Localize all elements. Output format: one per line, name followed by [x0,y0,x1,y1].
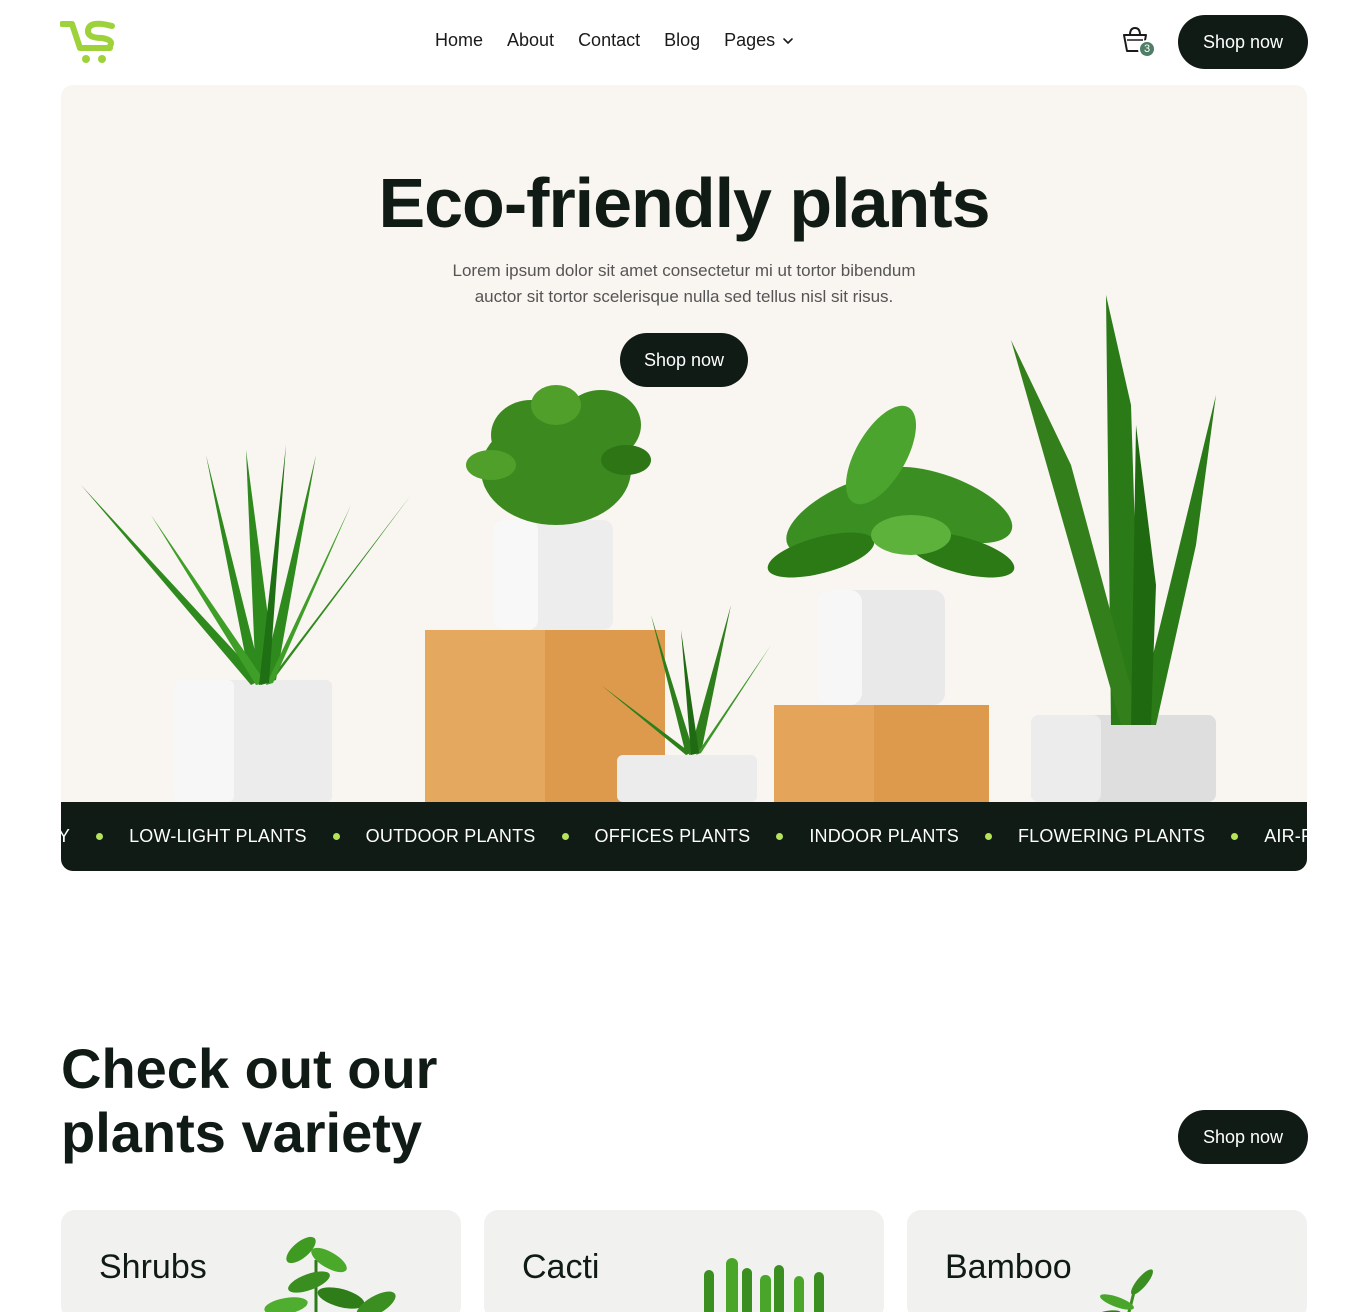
hero-subtitle-line-1: Lorem ipsum dolor sit amet consectetur m… [452,261,916,280]
hero-shop-now-button[interactable]: Shop now [620,333,748,387]
ticker-dot [984,833,992,840]
variety-title-line-1: Check out our [61,1037,438,1100]
ticker-track: LY LOW-LIGHT PLANTS OUTDOOR PLANTS OFFIC… [61,826,1307,847]
ticker-item[interactable]: AIR-PURIFY [1264,826,1307,847]
category-card-bamboo[interactable]: Bamboo [907,1210,1307,1312]
cart-count-badge: 3 [1138,40,1156,58]
category-card-cacti[interactable]: Cacti [484,1210,884,1312]
nav-about[interactable]: About [507,30,554,51]
variety-title: Check out our plants variety [61,1037,511,1165]
nav-pages-label: Pages [724,30,776,50]
cart-button[interactable]: 3 [1120,24,1156,60]
ticker-item[interactable]: LOW-LIGHT PLANTS [129,826,307,847]
category-card-shrubs[interactable]: Shrubs [61,1210,461,1312]
card-title: Shrubs [99,1248,207,1286]
ticker-item[interactable]: LY [61,826,70,847]
nav-blog[interactable]: Blog [664,30,700,51]
category-ticker: LY LOW-LIGHT PLANTS OUTDOOR PLANTS OFFIC… [61,802,1307,871]
variety-shop-now-button[interactable]: Shop now [1178,1110,1308,1164]
site-header: Home About Contact Blog Pages 3 Shop now [0,0,1360,84]
nav-pages[interactable]: Pages [724,30,795,51]
chevron-down-icon [783,37,793,44]
ticker-item[interactable]: OUTDOOR PLANTS [366,826,536,847]
card-title: Bamboo [945,1248,1072,1286]
hero-section: Eco-friendly plants Lorem ipsum dolor si… [61,85,1307,871]
ticker-item[interactable]: FLOWERING PLANTS [1018,826,1205,847]
ticker-item[interactable]: OFFICES PLANTS [595,826,751,847]
cactus-plant-image [704,1258,824,1312]
logo-cart-icon[interactable] [60,18,118,66]
ticker-dot [96,833,104,840]
ticker-dot [1231,833,1239,840]
bamboo-plant-image [1093,1269,1153,1312]
ticker-dot [561,833,569,840]
nav-home[interactable]: Home [435,30,483,51]
header-shop-now-button[interactable]: Shop now [1178,15,1308,69]
nav-contact[interactable]: Contact [578,30,640,51]
ticker-dot [332,833,340,840]
ticker-dot [776,833,784,840]
ticker-item[interactable]: INDOOR PLANTS [809,826,959,847]
card-title: Cacti [522,1248,600,1286]
main-nav: Home About Contact Blog Pages [435,30,795,51]
shrub-plant-image [264,1236,396,1312]
variety-title-line-2: plants variety [61,1101,423,1164]
hero-title: Eco-friendly plants [378,164,990,242]
